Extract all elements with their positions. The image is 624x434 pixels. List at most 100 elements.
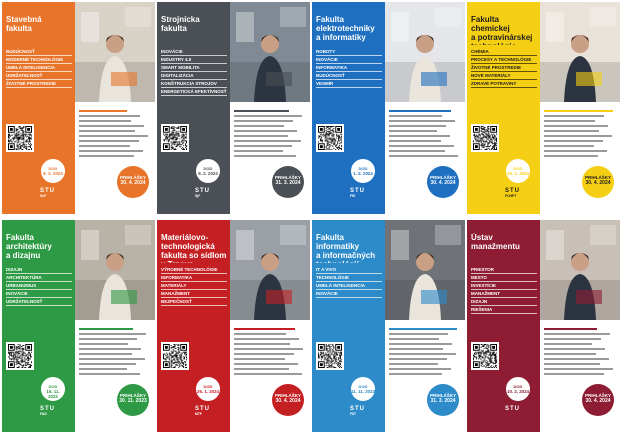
info-text-line — [79, 373, 140, 375]
keyword-tag: UMELÁ INTELIGENCIA — [6, 64, 72, 72]
photo-column: PRIHLÁŠKY 30. 4. 2024 — [540, 2, 620, 214]
info-text-line — [544, 120, 595, 122]
photo-column: PRIHLÁŠKY 30. 11. 2023 — [75, 220, 155, 432]
info-text-line — [389, 140, 441, 142]
keyword-tag: DIGITALIZÁCIA — [161, 72, 227, 80]
keyword-tag: MANAŽMENT — [471, 290, 537, 298]
keyword-tag: SMART MOBILITA — [161, 64, 227, 72]
info-text-line — [544, 348, 605, 350]
keyword-tag: ZDRAVÉ POTRAVINY — [471, 80, 537, 88]
info-text-line — [234, 358, 285, 360]
info-text-line — [79, 155, 134, 157]
info-text-line — [234, 130, 297, 132]
open-day-date: 11. 11. 2023 — [351, 389, 375, 394]
stu-logo: STU SjF — [195, 188, 210, 198]
faculty-column: Fakulta informatiky a informačných techn… — [312, 220, 385, 432]
open-day-date: 8. 2. 2024 — [198, 171, 218, 176]
info-text-line — [389, 373, 442, 375]
keyword-tag: PROCESY A TECHNOLÓGIE — [471, 56, 537, 64]
qr-code — [6, 124, 34, 152]
brochure-fast: Stavebná fakulta BUDÚCNOSŤ MODERNÉ TECHNOL… — [2, 2, 157, 214]
open-day-badge: DOD 10. 2. 2024 — [505, 376, 531, 402]
faculty-column: Fakulta architektúry a dizajnu DIZAJN ARCH… — [2, 220, 75, 432]
qr-code — [316, 124, 344, 152]
info-text-line — [234, 363, 298, 365]
info-text-line — [234, 140, 301, 142]
keyword-tag: BEZPEČNOSŤ — [161, 298, 227, 306]
faculty-title: Fakulta chemickej a potravinárskej techn… — [471, 15, 533, 45]
info-text-line — [234, 328, 295, 330]
faculty-title: Fakulta architektúry a dizajnu — [6, 233, 52, 260]
faculty-abbrev: FAD — [40, 412, 47, 416]
faculty-column: Fakulta elektrotechniky a informatiky ROB… — [312, 2, 385, 214]
info-text-line — [544, 155, 598, 157]
info-text-line — [389, 150, 445, 152]
keyword-list: ROBOTY INOVÁCIE INFORMATIKA BUDÚCNOSŤ VESMÍR — [316, 48, 382, 88]
keyword-list: VÝROBNÉ TECHNOLÓGIE INFORMATIKA MATERIÁLY M… — [161, 266, 227, 306]
info-text-line — [79, 338, 137, 340]
keyword-tag: UDRŽATEĽNOSŤ — [6, 72, 72, 80]
qr-code — [471, 342, 499, 370]
qr-code-icon — [8, 344, 32, 368]
keyword-tag: MANAŽMENT — [161, 290, 227, 298]
open-day-badge: DOD 1. 2. 2024 — [350, 158, 376, 184]
photo-column: PRIHLÁŠKY 30. 4. 2024 — [75, 2, 155, 214]
keyword-tag: IT A VIVO — [316, 266, 382, 274]
info-text-line — [79, 140, 139, 142]
faculty-abbrev: SvF — [40, 194, 47, 198]
info-text-line — [79, 120, 131, 122]
info-text-line — [234, 145, 292, 147]
keyword-tag: VESMÍR — [316, 80, 382, 88]
keyword-tag: URBANIZMUS — [6, 282, 72, 290]
application-date: 31. 3. 2024 — [275, 180, 301, 186]
keyword-tag: INVESTÍCIE — [471, 282, 537, 290]
application-date: 30. 4. 2024 — [585, 398, 611, 404]
qr-code — [316, 342, 344, 370]
info-text-line — [544, 358, 609, 360]
faculty-column: Materiálovo- technologická fakulta so sí… — [157, 220, 230, 432]
info-text-line — [79, 333, 146, 335]
stu-logo-text: STU — [505, 406, 520, 412]
stu-logo: STU — [505, 406, 520, 412]
qr-code — [471, 124, 499, 152]
stu-logo: STU SvF — [40, 188, 55, 198]
keyword-list: PRIESTOR MESTO INVESTÍCIE MANAŽMENT DIZAJN RI… — [471, 266, 537, 314]
info-text-line — [234, 368, 289, 370]
info-text-line — [544, 373, 604, 375]
info-text-line — [234, 353, 294, 355]
faculty-abbrev: FIIT — [350, 412, 357, 416]
stu-logo: STU FAD — [40, 406, 55, 416]
open-day-badge: DOD 26. 1. 2024 — [195, 376, 221, 402]
info-text-line — [234, 120, 293, 122]
info-text-line — [234, 110, 289, 112]
faculty-abbrev: MTF — [195, 412, 202, 416]
open-day-date: 8. 2. 2024 — [43, 171, 63, 176]
info-text-line — [234, 155, 296, 157]
qr-code-icon — [163, 344, 187, 368]
info-text-line — [234, 348, 303, 350]
student-photo — [540, 2, 620, 102]
info-text-line — [544, 145, 594, 147]
open-day-date: 10. 2. 2024 — [507, 389, 529, 394]
keyword-tag: ARCHITEKTÚRA — [6, 274, 72, 282]
info-text-line — [544, 343, 592, 345]
info-text-line — [544, 130, 599, 132]
keyword-tag: ŽIVOTNÉ PROSTREDIE — [471, 64, 537, 72]
application-deadline-badge: PRIHLÁŠKY 30. 4. 2024 — [582, 166, 614, 198]
info-text-line — [544, 333, 610, 335]
info-text-line — [234, 338, 299, 340]
application-date: 30. 4. 2024 — [430, 180, 456, 186]
info-text-line — [79, 130, 135, 132]
faculty-title: Ústav manažmentu — [471, 233, 520, 251]
keyword-list: CHÉMIA PROCESY A TECHNOLÓGIE ŽIVOTNÉ PROST… — [471, 48, 537, 88]
keyword-tag: UDRŽATEĽNOSŤ — [6, 298, 72, 306]
info-text-line — [79, 358, 145, 360]
info-text-line — [234, 373, 302, 375]
faculty-column: Strojnícka fakulta INOVÁCIE INDUSTRY 4.0 SM… — [157, 2, 230, 214]
info-text-line — [79, 363, 136, 365]
brochure-fad: Fakulta architektúry a dizajnu DIZAJN ARCH… — [2, 220, 157, 432]
photo-column: PRIHLÁŠKY 30. 4. 2024 — [540, 220, 620, 432]
open-day-date: 16. 11. 2023 — [46, 389, 60, 399]
application-date: 30. 11. 2023 — [119, 398, 147, 404]
keyword-tag: UMELÁ INTELIGENCIA — [316, 282, 382, 290]
